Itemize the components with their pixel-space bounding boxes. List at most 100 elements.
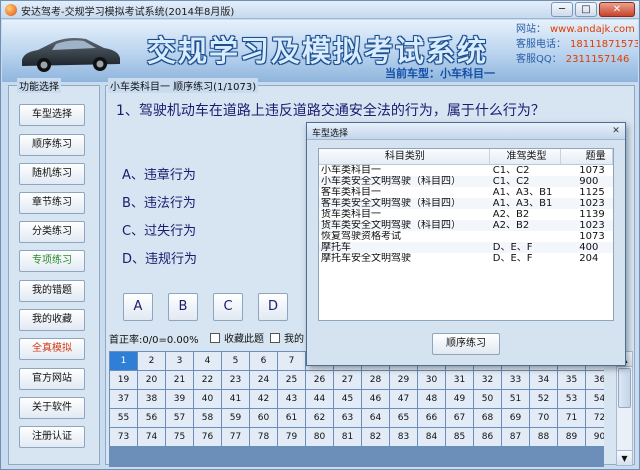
question-number-cell[interactable]: 53 — [558, 390, 585, 408]
question-number-cell[interactable]: 86 — [474, 428, 501, 446]
answer-d-button[interactable]: D — [258, 293, 288, 321]
answer-a-button[interactable]: A — [123, 293, 153, 321]
dialog-title-bar[interactable]: 车型选择 ✕ — [307, 123, 625, 140]
question-number-cell[interactable]: 27 — [334, 371, 361, 389]
question-number-cell[interactable]: 26 — [306, 371, 333, 389]
question-number-cell[interactable]: 83 — [390, 428, 417, 446]
website-link[interactable]: www.andajk.com — [550, 24, 635, 35]
question-number-cell[interactable]: 60 — [250, 409, 277, 427]
question-number-cell[interactable]: 77 — [222, 428, 249, 446]
grid-scrollbar[interactable]: ▲ ▼ — [616, 351, 633, 466]
question-number-cell[interactable]: 37 — [110, 390, 137, 408]
special-practice-button[interactable]: 专项练习 — [19, 250, 85, 272]
question-number-cell[interactable]: 51 — [502, 390, 529, 408]
option-d[interactable]: D、违规行为 — [122, 248, 197, 267]
question-number-cell[interactable]: 82 — [362, 428, 389, 446]
my-mistakes-button[interactable]: 我的错题 — [19, 280, 85, 302]
question-number-cell[interactable]: 52 — [530, 390, 557, 408]
question-number-cell[interactable]: 43 — [278, 390, 305, 408]
car-type-list[interactable]: 科目类别 准驾类型 题量 小车类科目一 C1、C2 1073 小车类安全文明驾驶（科目… — [318, 148, 614, 321]
question-number-cell[interactable]: 65 — [390, 409, 417, 427]
category-practice-button[interactable]: 分类练习 — [19, 221, 85, 243]
question-number-cell[interactable]: 76 — [194, 428, 221, 446]
question-number-cell[interactable]: 42 — [250, 390, 277, 408]
answer-b-button[interactable]: B — [168, 293, 198, 321]
question-number-cell[interactable]: 62 — [306, 409, 333, 427]
question-number-cell[interactable]: 54 — [586, 390, 604, 408]
question-number-cell[interactable]: 5 — [222, 352, 249, 370]
question-number-cell[interactable]: 31 — [446, 371, 473, 389]
mock-exam-button[interactable]: 全真模拟 — [19, 338, 85, 360]
question-number-cell[interactable]: 44 — [306, 390, 333, 408]
list-item[interactable]: 小车类安全文明驾驶（科目四） C1、C2 900 — [319, 176, 613, 187]
question-number-cell[interactable]: 87 — [502, 428, 529, 446]
question-number-cell[interactable]: 6 — [250, 352, 277, 370]
question-number-cell[interactable]: 89 — [558, 428, 585, 446]
question-number-cell[interactable]: 32 — [474, 371, 501, 389]
list-item[interactable]: 摩托车 D、E、F 400 — [319, 242, 613, 253]
question-number-cell[interactable]: 21 — [166, 371, 193, 389]
question-number-cell[interactable]: 56 — [138, 409, 165, 427]
column-header-category[interactable]: 科目类别 — [319, 149, 490, 164]
question-number-cell[interactable]: 70 — [530, 409, 557, 427]
scroll-down-icon[interactable]: ▼ — [617, 450, 632, 465]
official-site-button[interactable]: 官方网站 — [19, 368, 85, 390]
maximize-button[interactable]: □ — [575, 2, 597, 17]
question-number-cell[interactable]: 72 — [586, 409, 604, 427]
question-number-cell[interactable]: 7 — [278, 352, 305, 370]
question-number-cell[interactable]: 80 — [306, 428, 333, 446]
question-number-cell[interactable]: 45 — [334, 390, 361, 408]
question-number-cell[interactable]: 64 — [362, 409, 389, 427]
question-number-cell[interactable]: 48 — [418, 390, 445, 408]
register-button[interactable]: 注册认证 — [19, 426, 85, 448]
question-number-cell[interactable]: 46 — [362, 390, 389, 408]
question-number-cell[interactable]: 36 — [586, 371, 604, 389]
question-number-cell[interactable]: 2 — [138, 352, 165, 370]
sequential-practice-button[interactable]: 顺序练习 — [19, 134, 85, 156]
question-number-cell[interactable]: 33 — [502, 371, 529, 389]
question-number-cell[interactable]: 29 — [390, 371, 417, 389]
minimize-button[interactable]: ─ — [551, 2, 573, 17]
question-number-cell[interactable]: 34 — [530, 371, 557, 389]
question-number-cell[interactable]: 58 — [194, 409, 221, 427]
question-number-cell[interactable]: 1 — [110, 352, 137, 370]
my-checkbox-box[interactable] — [270, 332, 280, 343]
question-number-cell[interactable]: 49 — [446, 390, 473, 408]
close-button[interactable]: ✕ — [599, 2, 635, 17]
chapter-practice-button[interactable]: 章节练习 — [19, 192, 85, 214]
question-number-cell[interactable]: 75 — [166, 428, 193, 446]
my-checkbox[interactable]: 我的 — [270, 330, 304, 345]
list-item[interactable]: 客车类安全文明驾驶（科目四） A1、A3、B1 1023 — [319, 198, 613, 209]
question-number-cell[interactable]: 88 — [530, 428, 557, 446]
question-number-cell[interactable]: 24 — [250, 371, 277, 389]
favorite-checkbox[interactable]: 收藏此题 — [210, 330, 264, 345]
option-a[interactable]: A、违章行为 — [122, 164, 196, 183]
question-number-cell[interactable]: 68 — [474, 409, 501, 427]
question-number-cell[interactable]: 57 — [166, 409, 193, 427]
question-number-cell[interactable]: 67 — [446, 409, 473, 427]
question-number-cell[interactable]: 39 — [166, 390, 193, 408]
question-number-cell[interactable]: 84 — [418, 428, 445, 446]
question-number-cell[interactable]: 69 — [502, 409, 529, 427]
car-type-select-button[interactable]: 车型选择 — [19, 104, 85, 126]
question-number-cell[interactable]: 71 — [558, 409, 585, 427]
question-number-cell[interactable]: 74 — [138, 428, 165, 446]
favorite-checkbox-box[interactable] — [210, 332, 220, 343]
list-item[interactable]: 小车类科目一 C1、C2 1073 — [319, 165, 613, 176]
question-number-cell[interactable]: 50 — [474, 390, 501, 408]
column-header-license[interactable]: 准驾类型 — [490, 149, 562, 164]
list-item[interactable]: 货车类安全文明驾驶（科目四） A2、B2 1023 — [319, 220, 613, 231]
random-practice-button[interactable]: 随机练习 — [19, 163, 85, 185]
question-number-cell[interactable]: 19 — [110, 371, 137, 389]
question-number-cell[interactable]: 90 — [586, 428, 604, 446]
column-header-count[interactable]: 题量 — [561, 149, 613, 164]
question-number-cell[interactable]: 63 — [334, 409, 361, 427]
question-number-cell[interactable]: 78 — [250, 428, 277, 446]
list-item[interactable]: 恢复驾驶资格考试 1073 — [319, 231, 613, 242]
my-favorites-button[interactable]: 我的收藏 — [19, 309, 85, 331]
title-bar[interactable]: 安达驾考-交规学习模拟考试系统(2014年8月版) ─ □ ✕ — [1, 1, 639, 19]
question-number-cell[interactable]: 35 — [558, 371, 585, 389]
about-software-button[interactable]: 关于软件 — [19, 397, 85, 419]
question-number-cell[interactable]: 22 — [194, 371, 221, 389]
question-number-cell[interactable]: 81 — [334, 428, 361, 446]
